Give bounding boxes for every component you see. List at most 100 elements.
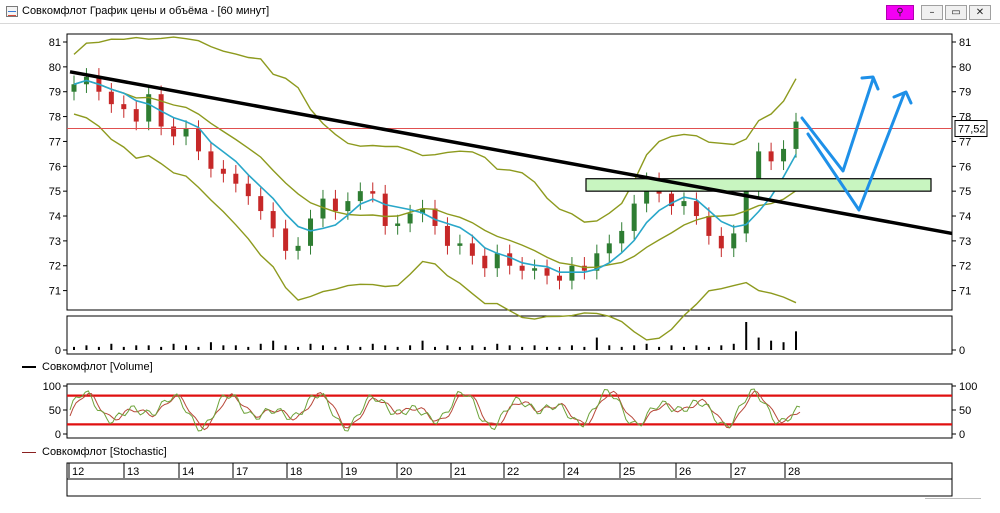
- volume-bar: [583, 346, 586, 350]
- stochastic-tick-label-right: 50: [959, 405, 971, 417]
- horizontal-scroll-indicator[interactable]: [925, 498, 981, 499]
- volume-bar: [682, 346, 685, 350]
- price-tick-label-right: 72: [959, 261, 971, 273]
- price-tick-label-right: 71: [959, 286, 971, 298]
- volume-bar: [272, 340, 275, 350]
- volume-bar: [508, 345, 511, 350]
- candle-body: [283, 228, 289, 251]
- volume-bar: [222, 345, 225, 350]
- volume-bar: [782, 342, 785, 350]
- candle-body: [444, 225, 450, 246]
- candle-body: [407, 213, 413, 224]
- candle-body: [781, 148, 787, 162]
- volume-bar: [720, 345, 723, 350]
- candle-body: [532, 268, 538, 271]
- volume-bar: [73, 346, 75, 350]
- volume-bar: [172, 343, 175, 350]
- volume-bar: [160, 346, 163, 350]
- time-axis-label: 18: [290, 466, 302, 478]
- time-axis-label: 13: [127, 466, 139, 478]
- volume-bar: [359, 346, 362, 350]
- price-tick-label-left: 72: [49, 261, 61, 273]
- price-tick-label-left: 78: [49, 112, 61, 124]
- volume-bar: [259, 343, 262, 350]
- price-tick-label-right: 79: [959, 87, 971, 99]
- time-axis-label: 14: [182, 466, 194, 478]
- volume-bar: [309, 343, 312, 350]
- candle-body: [693, 201, 699, 217]
- candle-body: [382, 193, 388, 226]
- candle-body: [556, 275, 562, 281]
- volume-bar: [297, 346, 300, 350]
- candle-body: [731, 233, 737, 249]
- candle-body: [494, 253, 500, 269]
- volume-bar: [284, 345, 287, 350]
- pin-button[interactable]: ⚲: [886, 5, 914, 20]
- candle-body: [457, 243, 463, 246]
- volume-bar: [645, 343, 648, 350]
- volume-bar: [558, 346, 561, 350]
- volume-bar: [795, 331, 797, 350]
- close-button[interactable]: ✕: [969, 5, 991, 20]
- candle-body: [270, 211, 276, 229]
- candle-body: [295, 245, 301, 251]
- stochastic-tick-label-left: 100: [43, 381, 61, 393]
- volume-legend: Совкомфлот [Volume]: [22, 361, 153, 373]
- stochastic-legend-label: Совкомфлот [Stochastic]: [42, 446, 167, 458]
- time-axis-label: 24: [567, 466, 579, 478]
- volume-bar: [421, 340, 424, 350]
- volume-bar: [633, 345, 636, 350]
- price-volume-chart[interactable]: 81 8180 8079 7978 7877 7776 7675 7574 7473 7372 72…: [0, 24, 1000, 513]
- candle-body: [569, 265, 575, 281]
- volume-bar: [458, 346, 461, 350]
- volume-bar: [446, 345, 449, 350]
- time-axis-label: 25: [623, 466, 635, 478]
- price-tick-label-right: 75: [959, 186, 971, 198]
- candle-body: [432, 208, 438, 226]
- maximize-button[interactable]: ▭: [945, 5, 967, 20]
- price-tick-label-left: 76: [49, 161, 61, 173]
- candle-body: [345, 201, 351, 212]
- volume-legend-label: Совкомфлот [Volume]: [42, 361, 153, 373]
- volume-bar: [658, 346, 661, 350]
- candle-body: [507, 253, 513, 266]
- volume-bar: [570, 345, 573, 350]
- volume-bar: [757, 337, 760, 350]
- volume-bar: [135, 345, 138, 350]
- volume-bar: [85, 345, 88, 350]
- volume-bar: [234, 345, 237, 350]
- current-price-label: 77,52: [958, 124, 986, 136]
- candle-body: [370, 191, 376, 194]
- volume-bar: [483, 346, 486, 350]
- price-tick-label-right: 74: [959, 211, 971, 223]
- time-axis-label: 22: [507, 466, 519, 478]
- stochastic-tick-label-left: 50: [49, 405, 61, 417]
- stochastic-tick-label-left: 0: [55, 429, 61, 441]
- volume-bar: [110, 343, 113, 350]
- volume-tick-label-right: 0: [959, 345, 965, 357]
- volume-bar: [147, 345, 150, 350]
- time-axis-label: 26: [679, 466, 691, 478]
- price-tick-label-left: 79: [49, 87, 61, 99]
- volume-bar: [409, 345, 412, 350]
- candle-body: [606, 243, 612, 254]
- candle-body: [681, 201, 687, 207]
- candle-body: [357, 191, 363, 202]
- volume-bar: [185, 345, 188, 350]
- volume-bar: [770, 340, 773, 350]
- stochastic-legend-swatch: [22, 451, 36, 453]
- price-tick-label-left: 81: [49, 37, 61, 49]
- candle-body: [220, 168, 226, 174]
- time-axis-label: 12: [72, 466, 84, 478]
- candle-body: [133, 109, 139, 122]
- volume-bar: [695, 345, 698, 350]
- price-tick-label-left: 73: [49, 236, 61, 248]
- title-bar: Совкомфлот График цены и объёма - [60 ми…: [0, 0, 1000, 24]
- time-axis-label: 20: [400, 466, 412, 478]
- stochastic-tick-label-right: 100: [959, 381, 977, 393]
- price-tick-label-left: 75: [49, 186, 61, 198]
- stochastic-tick-label-right: 0: [959, 429, 965, 441]
- minimize-button[interactable]: –: [921, 5, 943, 20]
- volume-bar: [533, 345, 536, 350]
- volume-bar: [434, 346, 436, 350]
